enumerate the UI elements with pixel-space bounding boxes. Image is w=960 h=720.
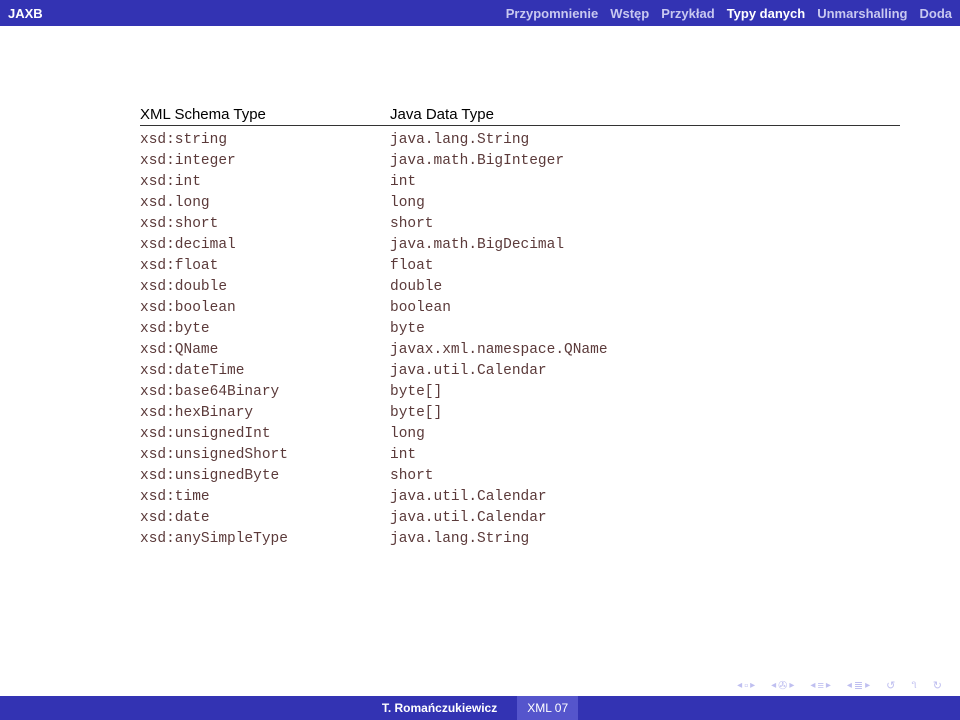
xml-schema-type: xsd:unsignedShort [140, 445, 390, 466]
nav-slide-back-forward[interactable]: ◂≣▸ [847, 679, 870, 692]
slide-footer: T. Romańczukiewicz XML 07 [0, 696, 960, 720]
java-data-type: long [390, 193, 900, 214]
nav-subsection-back-forward[interactable]: ◂✇▸ [771, 679, 794, 692]
header-title: JAXB [8, 6, 43, 21]
java-data-type: java.lang.String [390, 130, 900, 151]
nav-wstep[interactable]: Wstęp [610, 6, 649, 21]
table-row: xsd:doubledouble [140, 277, 900, 298]
xml-schema-type: xsd:decimal [140, 235, 390, 256]
table-row: xsd:bytebyte [140, 319, 900, 340]
table-row: xsd.longlong [140, 193, 900, 214]
table-body: xsd:stringjava.lang.Stringxsd:integerjav… [140, 130, 900, 550]
java-data-type: javax.xml.namespace.QName [390, 340, 900, 361]
xml-schema-type: xsd:int [140, 172, 390, 193]
table-row: xsd:QNamejavax.xml.namespace.QName [140, 340, 900, 361]
nav-section-back-forward[interactable]: ◂≡▸ [810, 680, 830, 692]
java-data-type: int [390, 445, 900, 466]
xml-schema-type: xsd:dateTime [140, 361, 390, 382]
xml-schema-type: xsd:base64Binary [140, 382, 390, 403]
java-data-type: java.math.BigInteger [390, 151, 900, 172]
java-data-type: float [390, 256, 900, 277]
java-data-type: int [390, 172, 900, 193]
java-data-type: java.math.BigDecimal [390, 235, 900, 256]
xml-schema-type: xsd:QName [140, 340, 390, 361]
java-data-type: short [390, 214, 900, 235]
table-row: xsd:intint [140, 172, 900, 193]
nav-frame-back-forward[interactable]: ◂▫▸ [737, 680, 755, 692]
xml-schema-type: xsd:unsignedInt [140, 424, 390, 445]
java-data-type: byte [390, 319, 900, 340]
java-data-type: java.util.Calendar [390, 487, 900, 508]
footer-author: T. Romańczukiewicz [382, 701, 497, 715]
nav-przypomnienie[interactable]: Przypomnienie [506, 6, 598, 21]
nav-typy-danych[interactable]: Typy danych [727, 6, 806, 21]
table-row: xsd:timejava.util.Calendar [140, 487, 900, 508]
java-data-type: long [390, 424, 900, 445]
nav-forward-icon[interactable]: ↻ [933, 679, 942, 692]
xml-schema-type: xsd:float [140, 256, 390, 277]
nav-back-icon[interactable]: ↺ [886, 679, 895, 692]
nav-unmarshalling[interactable]: Unmarshalling [817, 6, 907, 21]
java-data-type: byte[] [390, 382, 900, 403]
footer-title: XML 07 [517, 696, 578, 720]
beamer-nav-icons: ◂▫▸ ◂✇▸ ◂≡▸ ◂≣▸ ↺ ૧ ↻ [737, 679, 942, 692]
java-data-type: java.util.Calendar [390, 508, 900, 529]
java-data-type: java.util.Calendar [390, 361, 900, 382]
table-row: xsd:unsignedShortint [140, 445, 900, 466]
nav-search-icon[interactable]: ૧ [911, 679, 916, 692]
slide-header: JAXB Przypomnienie Wstęp Przykład Typy d… [0, 0, 960, 26]
xml-schema-type: xsd.long [140, 193, 390, 214]
xml-schema-type: xsd:time [140, 487, 390, 508]
java-data-type: java.lang.String [390, 529, 900, 550]
table-row: xsd:integerjava.math.BigInteger [140, 151, 900, 172]
table-row: xsd:booleanboolean [140, 298, 900, 319]
xml-schema-type: xsd:unsignedByte [140, 466, 390, 487]
nav-przyklad[interactable]: Przykład [661, 6, 714, 21]
table-row: xsd:shortshort [140, 214, 900, 235]
table-row: xsd:decimaljava.math.BigDecimal [140, 235, 900, 256]
xml-schema-type: xsd:byte [140, 319, 390, 340]
table-row: xsd:unsignedByteshort [140, 466, 900, 487]
table-header-row: XML Schema Type Java Data Type [140, 106, 900, 126]
table-row: xsd:stringjava.lang.String [140, 130, 900, 151]
java-data-type: double [390, 277, 900, 298]
table-row: xsd:floatfloat [140, 256, 900, 277]
table-header-xml: XML Schema Type [140, 106, 390, 123]
nav-dodatek[interactable]: Doda [920, 6, 953, 21]
java-data-type: byte[] [390, 403, 900, 424]
xml-schema-type: xsd:anySimpleType [140, 529, 390, 550]
table-header-java: Java Data Type [390, 106, 900, 123]
table-row: xsd:datejava.util.Calendar [140, 508, 900, 529]
table-row: xsd:base64Binarybyte[] [140, 382, 900, 403]
xml-schema-type: xsd:integer [140, 151, 390, 172]
xml-schema-type: xsd:double [140, 277, 390, 298]
table-row: xsd:dateTimejava.util.Calendar [140, 361, 900, 382]
slide-content: XML Schema Type Java Data Type xsd:strin… [0, 26, 960, 550]
table-row: xsd:anySimpleTypejava.lang.String [140, 529, 900, 550]
java-data-type: boolean [390, 298, 900, 319]
xml-schema-type: xsd:string [140, 130, 390, 151]
xml-schema-type: xsd:short [140, 214, 390, 235]
xml-schema-type: xsd:boolean [140, 298, 390, 319]
table-row: xsd:hexBinarybyte[] [140, 403, 900, 424]
xml-schema-type: xsd:date [140, 508, 390, 529]
java-data-type: short [390, 466, 900, 487]
xml-schema-type: xsd:hexBinary [140, 403, 390, 424]
table-row: xsd:unsignedIntlong [140, 424, 900, 445]
